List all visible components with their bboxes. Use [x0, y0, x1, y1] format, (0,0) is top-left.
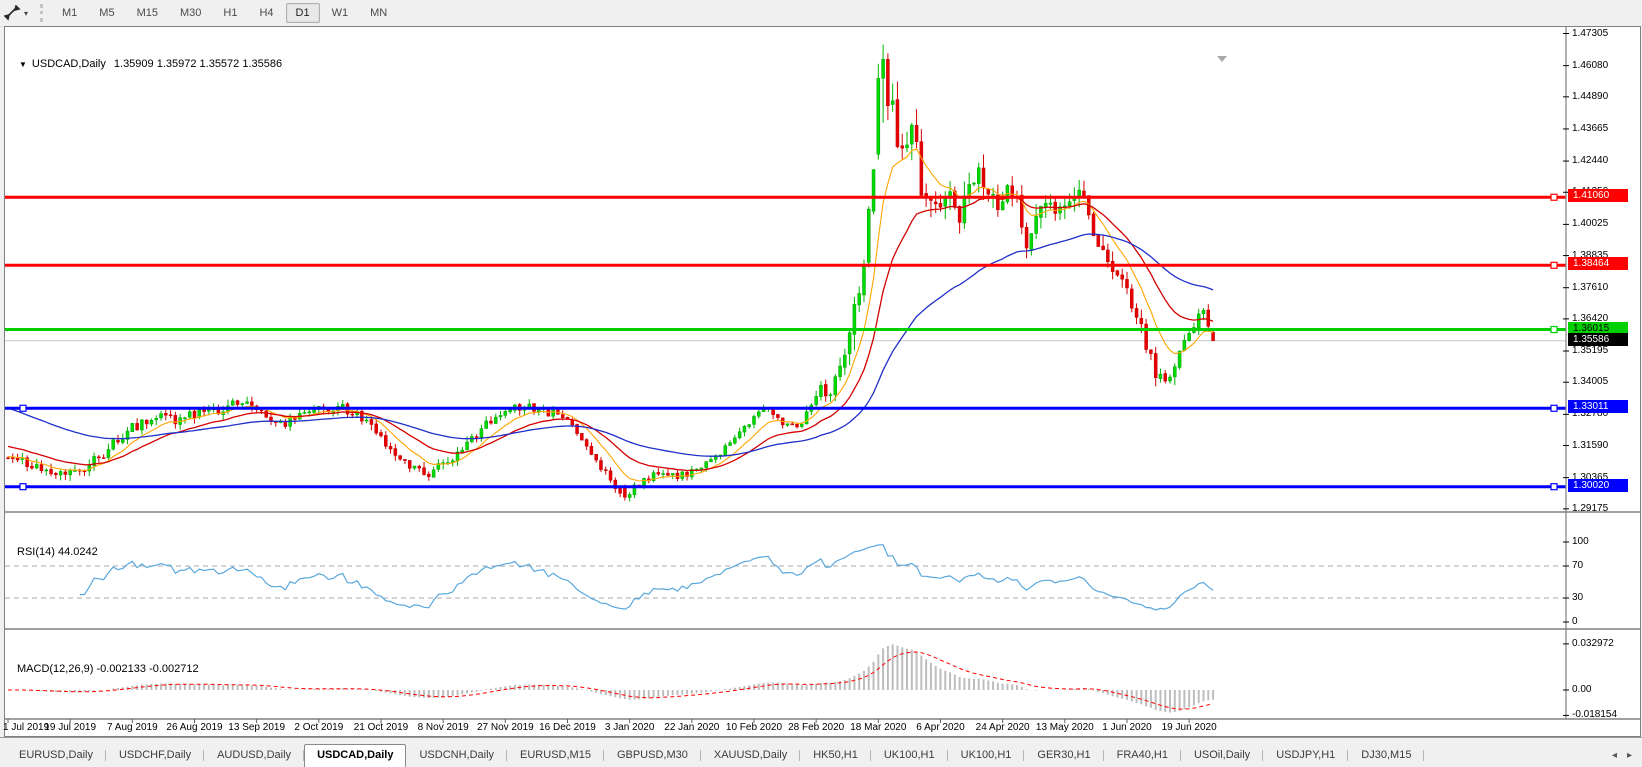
- chart-shift-marker[interactable]: [1217, 56, 1227, 62]
- macd-signal-line: [8, 651, 1214, 710]
- mt4-application: ▾ M1 M5 M15 M30 H1 H4 D1 W1 MN ▼ USDCAD,Daily 1.35…: [0, 0, 1642, 767]
- ma-line-slow: [7, 233, 1214, 457]
- rsi-label: RSI(14) 44.0242: [17, 546, 98, 558]
- horizontal-lines: [5, 193, 1566, 491]
- panel-borders: [5, 27, 1641, 723]
- macd-panel: [8, 644, 1215, 713]
- tab-usdcad-daily[interactable]: USDCAD,Daily: [304, 744, 407, 767]
- chart-title-ohlc: 1.35909 1.35972 1.35572 1.35586: [113, 58, 283, 70]
- rsi-line: [79, 544, 1214, 611]
- chart-plot: [5, 27, 1641, 723]
- chart-title: ▼ USDCAD,Daily 1.35909 1.35972 1.35572 1.3…: [19, 58, 282, 70]
- chart-title-symbol: USDCAD,Daily: [31, 58, 106, 70]
- collapse-triangle-icon[interactable]: ▼: [19, 60, 27, 69]
- rsi-panel: [5, 544, 1566, 611]
- candlestick-series: [6, 44, 1215, 502]
- macd-label: MACD(12,26,9) -0.002133 -0.002712: [17, 663, 199, 675]
